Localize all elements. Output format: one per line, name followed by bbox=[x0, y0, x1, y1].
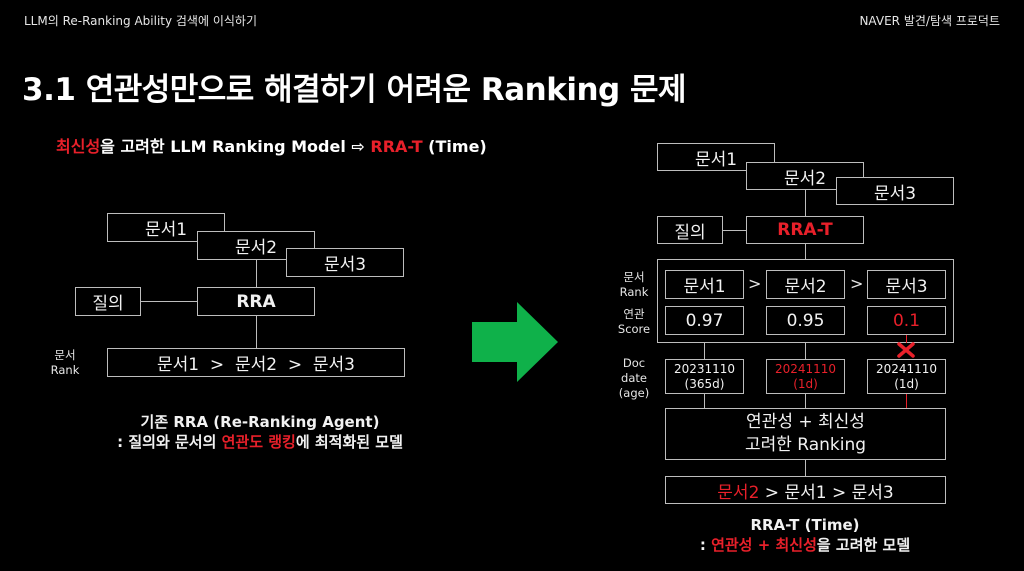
right-caption-suffix: 을 고려한 모델 bbox=[816, 536, 911, 554]
right-rank-doc2-box: 문서2 bbox=[766, 270, 845, 299]
left-doc1-label: 문서1 bbox=[144, 220, 188, 240]
subtitle-highlight-recency: 최신성 bbox=[56, 137, 101, 156]
right-date-label: Doc date (age) bbox=[612, 356, 656, 401]
page-title: 3.1 연관성만으로 해결하기 어려운 Ranking 문제 bbox=[22, 72, 687, 108]
right-score-doc2-value: 0.95 bbox=[786, 310, 825, 331]
right-date-label-line1: Doc bbox=[622, 356, 646, 370]
right-arrow-icon bbox=[472, 302, 558, 382]
right-score-label-line1: 연관 bbox=[623, 307, 645, 321]
right-gt-symbol-2: > bbox=[850, 274, 864, 293]
right-combine-to-final-line bbox=[805, 460, 806, 476]
right-rank-label-line2: Rank bbox=[619, 285, 649, 299]
right-date-doc3-age: (1d) bbox=[894, 376, 919, 391]
left-rank-label: 문서 Rank bbox=[48, 348, 82, 378]
right-caption-prefix: : bbox=[699, 536, 712, 554]
right-date3-to-combine-line bbox=[906, 394, 907, 408]
left-caption-highlight: 연관도 랭킹 bbox=[221, 433, 296, 451]
right-rank-doc1-label: 문서1 bbox=[683, 277, 726, 297]
right-date-label-line2: date bbox=[621, 371, 647, 385]
right-final-rank-box: 문서2 > 문서1 > 문서3 bbox=[665, 476, 946, 504]
right-score-doc1-box: 0.97 bbox=[665, 306, 744, 335]
left-doc3-label: 문서3 bbox=[323, 255, 367, 275]
right-rank-doc1-box: 문서1 bbox=[665, 270, 744, 299]
right-combine-line1: 연관성 + 최신성 bbox=[746, 412, 865, 432]
right-model-box: RRA-T bbox=[746, 216, 864, 244]
right-doc3-box: 문서3 bbox=[836, 177, 954, 205]
left-caption-text: : 질의와 문서의 bbox=[117, 433, 222, 451]
right-final-rank-rest: > 문서1 > 문서3 bbox=[759, 482, 894, 503]
left-rra-box: RRA bbox=[197, 287, 315, 316]
right-rank-label: 문서 Rank bbox=[612, 270, 656, 300]
right-score-doc2-box: 0.95 bbox=[766, 306, 845, 335]
right-caption: RRA-T (Time) : 연관성 + 최신성을 고려한 모델 bbox=[620, 515, 990, 555]
header-left-text: LLM의 Re-Ranking Ability 검색에 이식하기 bbox=[24, 14, 257, 28]
right-score-doc1-value: 0.97 bbox=[685, 310, 724, 331]
right-rank-doc2-label: 문서2 bbox=[784, 277, 827, 297]
right-combine-line2: 고려한 Ranking bbox=[744, 435, 867, 455]
right-query-to-model-line bbox=[723, 230, 746, 231]
left-rank-label-line2: Rank bbox=[50, 363, 80, 377]
right-date2-to-combine-line bbox=[805, 394, 806, 408]
header-right-text: NAVER 발견/탐색 프로덕트 bbox=[859, 14, 1000, 28]
right-date1-to-combine-line bbox=[704, 394, 705, 408]
right-frame-to-date2-line bbox=[805, 343, 806, 360]
left-caption-line1: 기존 RRA (Re-Ranking Agent) bbox=[140, 413, 380, 431]
left-rank-label-line1: 문서 bbox=[54, 348, 76, 362]
subtitle: 최신성을 고려한 LLM Ranking Model ⇨ RRA-T (Time… bbox=[56, 133, 487, 157]
left-rra-to-rank-line bbox=[256, 316, 257, 348]
right-model-to-table-line bbox=[805, 244, 806, 260]
left-query-to-rra-line bbox=[141, 301, 197, 302]
right-caption-line1: RRA-T (Time) bbox=[750, 516, 860, 534]
right-rank-label-line1: 문서 bbox=[623, 270, 645, 284]
right-score-doc3-box: 0.1 bbox=[867, 306, 946, 335]
subtitle-text: 을 고려한 LLM Ranking Model ⇨ bbox=[100, 137, 371, 156]
left-rra-label: RRA bbox=[236, 291, 276, 312]
right-frame-to-date1-line bbox=[704, 343, 705, 360]
right-date-doc1-box: 20231110 (365d) bbox=[665, 359, 744, 394]
left-doc2-label: 문서2 bbox=[234, 238, 278, 258]
right-score-label: 연관 Score bbox=[612, 307, 656, 337]
right-date-doc3-box: 20241110 (1d) bbox=[867, 359, 946, 394]
right-doc1-label: 문서1 bbox=[694, 149, 738, 170]
right-query-box: 질의 bbox=[657, 216, 723, 244]
right-doc2-label: 문서2 bbox=[783, 168, 827, 189]
right-doc3-label: 문서3 bbox=[873, 183, 917, 204]
right-date-doc2-age: (1d) bbox=[793, 376, 818, 391]
left-rank-result-box: 문서1 > 문서2 > 문서3 bbox=[107, 348, 405, 377]
left-docs-to-rra-line bbox=[256, 260, 257, 287]
right-date-doc3-date: 20241110 bbox=[875, 361, 938, 376]
left-query-label: 질의 bbox=[92, 294, 124, 314]
left-query-box: 질의 bbox=[75, 287, 141, 316]
right-combine-box: 연관성 + 최신성 고려한 Ranking bbox=[665, 408, 946, 460]
right-docs-to-model-line bbox=[805, 190, 806, 216]
right-caption-highlight: 연관성 + 최신성 bbox=[711, 536, 817, 554]
right-date-doc1-age: (365d) bbox=[684, 376, 725, 391]
subtitle-suffix: (Time) bbox=[422, 137, 487, 156]
right-date-doc2-date: 20241110 bbox=[774, 361, 837, 376]
left-caption-line2: : 질의와 문서의 연관도 랭킹에 최적화된 모델 bbox=[80, 432, 440, 452]
right-model-label: RRA-T bbox=[777, 220, 833, 240]
left-rank-result-label: 문서1 > 문서2 > 문서3 bbox=[156, 355, 355, 375]
left-caption-suffix: 에 최적화된 모델 bbox=[295, 433, 403, 451]
left-caption: 기존 RRA (Re-Ranking Agent) : 질의와 문서의 연관도 … bbox=[80, 412, 440, 452]
right-date-doc1-date: 20231110 bbox=[673, 361, 736, 376]
right-gt-symbol-1: > bbox=[748, 274, 762, 293]
right-query-label: 질의 bbox=[674, 222, 706, 243]
right-final-rank-top: 문서2 bbox=[717, 482, 760, 503]
left-doc3-box: 문서3 bbox=[286, 248, 404, 277]
right-caption-line2: : 연관성 + 최신성을 고려한 모델 bbox=[620, 535, 990, 555]
right-score-doc3-value: 0.1 bbox=[892, 310, 921, 331]
rejected-x-icon bbox=[897, 342, 915, 358]
right-score-label-line2: Score bbox=[617, 322, 651, 336]
right-rank-doc3-box: 문서3 bbox=[867, 270, 946, 299]
right-date-label-line3: (age) bbox=[618, 386, 650, 400]
subtitle-highlight-model: RRA-T bbox=[370, 137, 423, 156]
right-date-doc2-box: 20241110 (1d) bbox=[766, 359, 845, 394]
right-rank-doc3-label: 문서3 bbox=[885, 277, 928, 297]
